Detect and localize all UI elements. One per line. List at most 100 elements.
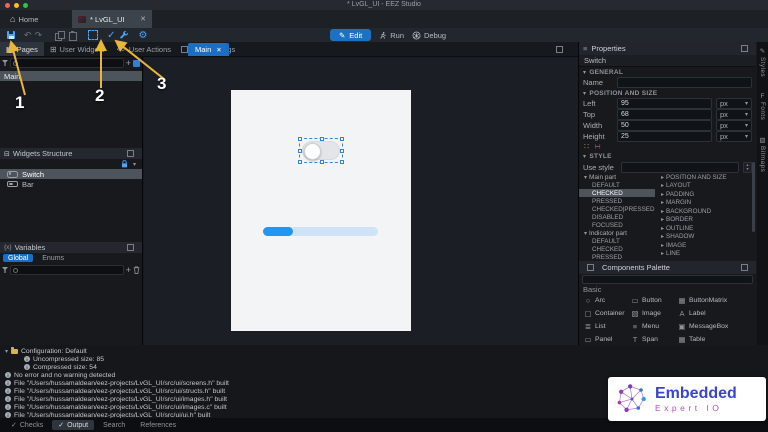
height-unit-select[interactable]: px▾ (716, 131, 752, 142)
bar-widget[interactable] (263, 227, 378, 236)
statusbar-tab-checks[interactable]: ✓ Checks (5, 420, 49, 430)
cat-position-size[interactable]: ▸POSITION AND SIZE (655, 173, 756, 182)
cat-margin[interactable]: ▸MARGIN (655, 199, 756, 208)
component-image[interactable]: ▧Image (631, 309, 678, 318)
settings-gear-icon[interactable]: ⚙ (138, 29, 147, 41)
top-field[interactable] (617, 109, 712, 120)
indicator-state-default[interactable]: DEFAULT (579, 237, 655, 245)
tab-enums[interactable]: Enums (37, 254, 69, 262)
project-tab[interactable]: * LvGL_UI ✕ (72, 10, 152, 28)
variables-dock-icon[interactable] (127, 244, 134, 251)
width-unit-select[interactable]: px▾ (716, 120, 752, 131)
run-mode-button[interactable]: Run (379, 31, 404, 40)
name-field[interactable] (617, 77, 752, 88)
save-icon[interactable] (7, 31, 15, 39)
debug-mode-button[interactable]: Debug (412, 31, 446, 40)
height-field[interactable] (617, 131, 712, 142)
selection-tool-icon[interactable] (88, 30, 98, 40)
add-variable-icon[interactable]: + (126, 266, 131, 274)
top-unit-select[interactable]: px▾ (716, 109, 752, 120)
widgets-structure-dock-icon[interactable] (127, 150, 134, 157)
section-style[interactable]: ▾ STYLE (579, 151, 756, 161)
editor-tab-main[interactable]: Main ✕ (188, 43, 229, 56)
resize-handle-sw[interactable] (298, 160, 302, 164)
edit-mode-button[interactable]: ✎ Edit (330, 29, 371, 41)
cat-line[interactable]: ▸LINE (655, 250, 756, 259)
undo-icon[interactable]: ↶ (24, 29, 32, 41)
component-container[interactable]: ▢Container (584, 309, 631, 318)
state-checked-pressed[interactable]: CHECKED|PRESSED (579, 205, 655, 213)
section-general[interactable]: ▾ GENERAL (579, 67, 756, 77)
rail-fonts[interactable]: F Fonts (759, 93, 766, 120)
left-field[interactable] (617, 98, 712, 109)
cat-outline[interactable]: ▸OUTLINE (655, 224, 756, 233)
components-search-input[interactable] (582, 275, 753, 284)
left-unit-select[interactable]: px▾ (716, 98, 752, 109)
tab-user-actions[interactable]: <> User Actions (111, 42, 177, 56)
resize-handle-e[interactable] (340, 149, 344, 153)
component-panel[interactable]: ▭Panel (584, 335, 631, 344)
state-pressed[interactable]: PRESSED (579, 197, 655, 205)
state-default[interactable]: DEFAULT (579, 181, 655, 189)
component-button[interactable]: ▭Button (631, 296, 678, 305)
redo-icon[interactable]: ↷ (35, 29, 43, 41)
properties-dock-icon[interactable] (741, 45, 748, 52)
section-position-size[interactable]: ▾ POSITION AND SIZE (579, 88, 756, 98)
tab-pages[interactable]: ▦ Pages (0, 42, 44, 56)
style-spinner-icon[interactable]: ▴▾ (743, 162, 752, 173)
rail-bitmaps[interactable]: ▧ Bitmaps (759, 136, 766, 172)
widget-tree-item-switch[interactable]: Switch (0, 169, 142, 179)
cat-padding[interactable]: ▸PADDING (655, 190, 756, 199)
state-focused[interactable]: FOCUSED (579, 221, 655, 229)
log-config-line[interactable]: ▾ Configuration: Default (0, 347, 768, 355)
page-editor-canvas[interactable] (144, 56, 578, 345)
indicator-part-row[interactable]: ▾Indicator part (579, 229, 655, 237)
component-messagebox[interactable]: ▣MessageBox (678, 322, 756, 331)
log-line[interactable]: iUncompressed size: 85 (0, 355, 768, 363)
align-horizontal-icon[interactable]: ∷ (584, 142, 589, 151)
filter-icon[interactable] (2, 267, 8, 273)
indicator-state-pressed[interactable]: PRESSED (579, 253, 655, 261)
state-checked-selected[interactable]: CHECKED (579, 189, 655, 197)
properties-scrollbar[interactable] (752, 162, 755, 232)
page-list-item-main[interactable]: Main (0, 71, 142, 81)
component-list[interactable]: ≣List (584, 322, 631, 331)
resize-handle-w[interactable] (298, 149, 302, 153)
cat-image[interactable]: ▸IMAGE (655, 241, 756, 250)
main-part-row[interactable]: ▾Main part (579, 173, 655, 181)
state-disabled[interactable]: DISABLED (579, 213, 655, 221)
selection-rect[interactable] (299, 138, 343, 163)
page-wizard-icon[interactable] (133, 60, 140, 67)
tab-global[interactable]: Global (3, 254, 33, 262)
cat-background[interactable]: ▸BACKGROUND (655, 207, 756, 216)
lvgl-page[interactable] (231, 90, 411, 331)
cat-border[interactable]: ▸BORDER (655, 216, 756, 225)
copy-icon[interactable] (55, 31, 64, 40)
component-span[interactable]: TSpan (631, 335, 678, 344)
use-style-field[interactable] (621, 162, 739, 173)
component-label[interactable]: ALabel (678, 309, 756, 318)
filter-icon[interactable] (2, 60, 8, 66)
collapse-icon[interactable]: ▾ (5, 348, 8, 355)
align-vertical-icon[interactable]: ∺ (594, 142, 601, 151)
resize-handle-ne[interactable] (340, 137, 344, 141)
variables-search-input[interactable] (10, 265, 124, 275)
components-palette-dock-icon[interactable] (741, 264, 748, 271)
width-field[interactable] (617, 120, 712, 131)
lock-icon[interactable] (121, 160, 128, 168)
resize-handle-nw[interactable] (298, 137, 302, 141)
resize-handle-se[interactable] (340, 160, 344, 164)
statusbar-tab-output[interactable]: ✓ Output (52, 420, 94, 430)
maximize-panel-icon[interactable] (556, 46, 563, 53)
tab-user-widgets[interactable]: ⊞ User Widgets (44, 42, 111, 56)
component-table[interactable]: ▦Table (678, 335, 756, 344)
component-arc[interactable]: ○Arc (584, 296, 631, 305)
cat-shadow[interactable]: ▸SHADOW (655, 233, 756, 242)
check-project-icon[interactable]: ✓ (107, 29, 115, 41)
rail-styles[interactable]: ✎ Styles (759, 47, 766, 77)
widget-tree-item-bar[interactable]: Bar (0, 179, 142, 189)
indicator-state-checked[interactable]: CHECKED (579, 245, 655, 253)
statusbar-tab-references[interactable]: References (134, 421, 182, 430)
cat-layout[interactable]: ▸LAYOUT (655, 182, 756, 191)
add-page-icon[interactable]: + (126, 59, 131, 67)
